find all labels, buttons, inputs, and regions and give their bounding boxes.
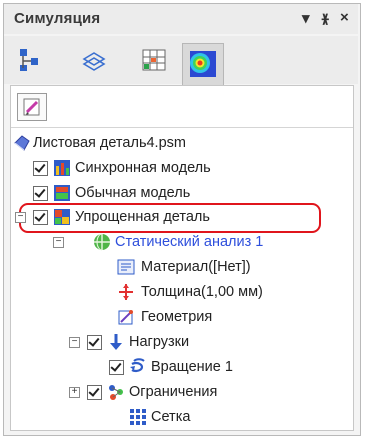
thickness-label: Толщина(1,00 мм) [141, 284, 263, 300]
geometry-icon [118, 310, 133, 325]
thickness-icon [119, 284, 133, 300]
loads-checkbox[interactable] [87, 335, 102, 350]
tab-layers[interactable] [76, 43, 112, 77]
tab-structure[interactable] [12, 43, 48, 77]
collapse-icon[interactable]: − [69, 337, 80, 348]
layers-icon [82, 52, 106, 71]
rotation-checkbox[interactable] [109, 360, 124, 375]
load-arrow-icon [110, 334, 122, 350]
simplified-part-checkbox[interactable] [33, 210, 48, 225]
analysis-globe-icon [94, 233, 110, 251]
results-icon [190, 51, 216, 77]
simplified-part-label: Упрощенная деталь [75, 209, 210, 225]
tab-results[interactable] [182, 43, 224, 85]
rotation-label: Вращение 1 [151, 359, 233, 375]
structure-icon [20, 49, 38, 71]
simplified-part-icon [54, 209, 70, 225]
pin-icon[interactable]: ᚕ [322, 11, 328, 27]
tree-item-rotation[interactable]: Вращение 1 [107, 357, 347, 379]
tree-content: Листовая деталь4.psm Синхронная модель О… [10, 85, 354, 431]
tree-root[interactable]: Листовая деталь4.psm [13, 133, 343, 155]
mesh-label: Сетка [151, 409, 191, 425]
static-analysis-label: Статический анализ 1 [115, 234, 264, 250]
tree-item-constraints[interactable]: + Ограничения [63, 382, 343, 404]
edit-icon [23, 98, 40, 116]
tree-item-ordinary-model[interactable]: Обычная модель [31, 183, 341, 205]
ordinary-model-checkbox[interactable] [33, 186, 48, 201]
sync-model-label: Синхронная модель [75, 160, 211, 176]
constraints-label: Ограничения [129, 384, 218, 400]
edit-button[interactable] [17, 93, 47, 121]
geometry-label: Геометрия [141, 309, 213, 325]
sync-model-checkbox[interactable] [33, 161, 48, 176]
tree-item-sync-model[interactable]: Синхронная модель [31, 158, 341, 180]
tree-item-thickness[interactable]: Толщина(1,00 мм) [117, 282, 347, 304]
expand-icon[interactable]: + [69, 387, 80, 398]
close-icon[interactable]: × [340, 9, 349, 26]
tree-item-simplified-part[interactable]: − Упрощенная деталь [11, 207, 331, 229]
collapse-icon[interactable]: − [15, 212, 26, 223]
material-label: Материал([Нет]) [141, 259, 251, 275]
collapse-icon[interactable]: − [53, 237, 64, 248]
tree-item-static-analysis[interactable]: − Статический анализ 1 [49, 232, 349, 254]
tree-item-material[interactable]: Материал([Нет]) [117, 257, 347, 279]
panel-menu-icon[interactable]: ▾ [302, 9, 310, 27]
panel-tabs [4, 36, 358, 85]
tree-item-geometry[interactable]: Геометрия [117, 307, 347, 329]
ordinary-model-icon [54, 185, 70, 201]
mesh-icon [142, 49, 166, 71]
sync-model-icon [54, 160, 70, 176]
simulation-panel: Симуляция ▾ ᚕ × Листовая деталь4.psm Син… [0, 0, 368, 437]
constraints-checkbox[interactable] [87, 385, 102, 400]
material-icon [117, 259, 135, 275]
panel-titlebar: Симуляция ▾ ᚕ × [4, 4, 358, 34]
loads-label: Нагрузки [129, 334, 190, 350]
rotation-icon [130, 358, 145, 373]
constraints-icon [109, 385, 123, 400]
tab-mesh[interactable] [136, 43, 172, 77]
ordinary-model-label: Обычная модель [75, 185, 191, 201]
panel-title: Симуляция [14, 10, 101, 27]
sheetmetal-part-icon [14, 135, 30, 151]
mesh-grid-icon [130, 409, 146, 425]
tree-item-loads[interactable]: − Нагрузки [63, 332, 343, 354]
root-label: Листовая деталь4.psm [33, 135, 186, 151]
toolbar-divider [11, 127, 353, 128]
tree-item-mesh[interactable]: Сетка [107, 407, 347, 429]
